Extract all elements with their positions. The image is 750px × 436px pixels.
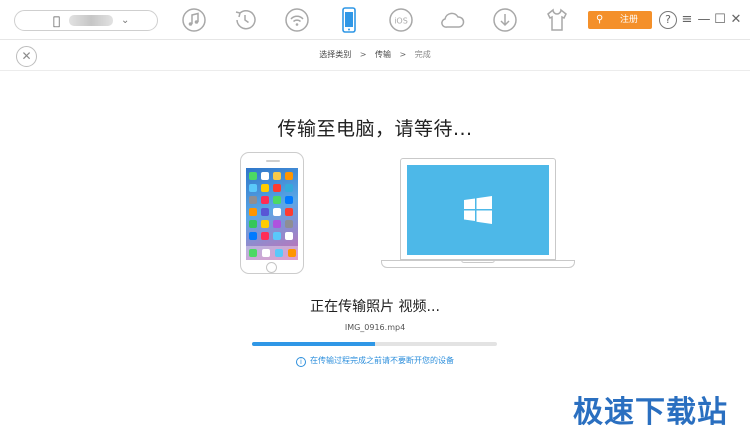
progress-bar: [252, 342, 497, 346]
phone-speaker: [266, 160, 280, 162]
windows-logo-icon: [464, 196, 492, 224]
device-name: iPhone: [69, 15, 113, 26]
top-toolbar:  iPhone ⌄ iOS ⚲ 注册 ? ≡ — ☐ ✕: [0, 0, 750, 40]
svg-text:iOS: iOS: [394, 17, 408, 26]
menu-icon[interactable]: ≡: [679, 11, 695, 29]
cloud-icon[interactable]: [440, 6, 466, 34]
laptop-screen: [407, 165, 549, 255]
disconnect-warning-text: 在传输过程完成之前请不要断开您的设备: [310, 356, 454, 365]
phone-screen: [246, 168, 298, 260]
app-grid: [249, 172, 295, 240]
register-label: 注册: [620, 15, 639, 25]
chevron-down-icon: ⌄: [121, 15, 130, 26]
breadcrumb-separator: >: [359, 50, 367, 59]
key-icon: ⚲: [596, 14, 604, 25]
breadcrumb: 选择类别 > 传输 > 完成: [0, 49, 750, 60]
close-window-button[interactable]: ✕: [728, 11, 744, 29]
transfer-status: 正在传输照片 视频...: [310, 299, 440, 315]
breadcrumb-bar: ✕ 选择类别 > 传输 > 完成: [0, 41, 750, 71]
breadcrumb-step-select-category: 选择类别: [319, 50, 352, 59]
apple-icon: : [53, 13, 60, 29]
breadcrumb-separator: >: [399, 50, 407, 59]
current-file-name: IMG_0916.mp4: [344, 323, 406, 332]
maximize-button[interactable]: ☐: [712, 11, 728, 29]
minimize-button[interactable]: —: [696, 11, 712, 29]
progress-fill: [252, 342, 375, 346]
history-icon[interactable]: [232, 6, 258, 34]
ios-icon[interactable]: iOS: [388, 6, 414, 34]
wifi-icon[interactable]: [284, 6, 310, 34]
laptop-base: [381, 260, 575, 268]
laptop-illustration: [400, 158, 556, 260]
phone-home-button: [266, 262, 277, 273]
register-button[interactable]: ⚲ 注册: [588, 11, 652, 29]
download-icon[interactable]: [492, 6, 518, 34]
tshirt-icon[interactable]: [544, 6, 570, 34]
breadcrumb-step-complete: 完成: [414, 50, 431, 59]
help-button[interactable]: ?: [659, 11, 677, 29]
disconnect-warning: i 在传输过程完成之前请不要断开您的设备: [0, 355, 750, 367]
phone-icon[interactable]: [336, 6, 362, 34]
laptop-notch: [461, 260, 495, 263]
device-selector[interactable]:  iPhone ⌄: [14, 10, 158, 31]
breadcrumb-step-transfer: 传输: [375, 50, 391, 59]
watermark-logo: 极速下载站: [573, 395, 728, 430]
iphone-illustration: [240, 152, 304, 274]
music-icon[interactable]: [181, 6, 207, 34]
page-title: 传输至电脑，请等待...: [277, 118, 473, 140]
info-icon: i: [296, 357, 306, 367]
phone-dock: [246, 246, 298, 260]
